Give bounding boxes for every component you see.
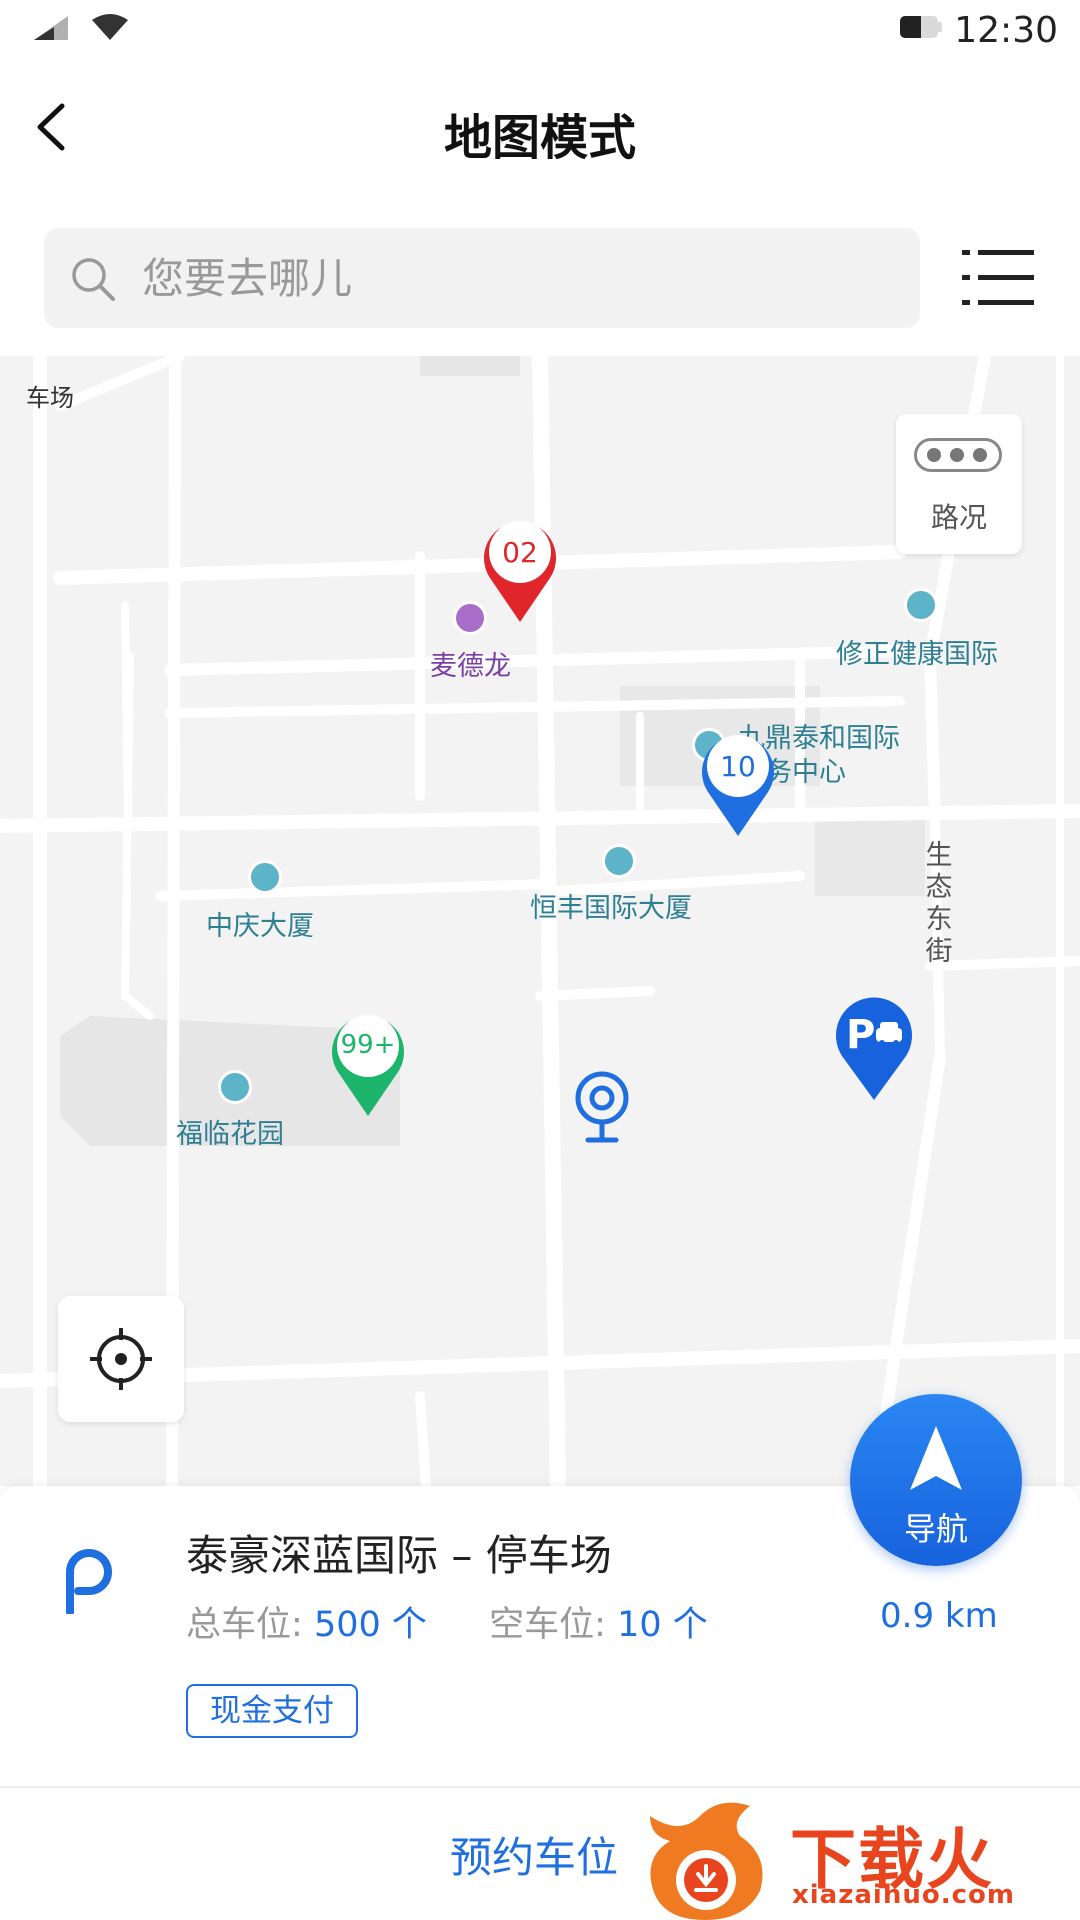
navigate-label: 导航 [903,1510,968,1548]
map-view[interactable]: 车场 麦德龙 修正健康国际 九鼎泰和国际 商务中心 中庆大厦 恒丰国际大厦 福临… [0,356,1080,1486]
poi-label-zhongqing: 中庆大厦 [206,911,314,942]
poi-label-hengfeng: 恒丰国际大厦 [530,893,692,924]
parking-stats: 总车位: 500 个 空车位: 10 个 [186,1596,708,1647]
list-view-button[interactable] [962,246,1034,310]
parking-car-icon: P [836,997,912,1100]
status-bar: 12:30 [0,0,1080,62]
free-spaces-value: 10 个 [617,1605,708,1645]
building-icon [904,588,938,622]
poi-label-parking: 车场 [26,384,74,412]
battery-icon [900,16,938,38]
search-icon [72,258,115,301]
wifi-icon [92,14,128,40]
residence-icon [218,1070,252,1104]
pin-label: 02 [502,536,538,569]
building-icon [602,844,636,878]
page-title: 地图模式 [443,110,636,166]
bottom-bar: 预约车位 下载火 xiazaihuo.com [0,1786,1080,1920]
locate-icon [90,1328,152,1390]
map-pin-02[interactable]: 02 [480,516,560,626]
navigate-button[interactable]: 导航 [850,1394,1022,1566]
cellular-signal-icon [34,16,68,40]
svg-text:P: P [846,1012,875,1058]
poi-label-xiuzheng: 修正健康国际 [836,639,998,670]
list-icon [962,250,1034,305]
map-pin-99[interactable]: 99+ [328,1010,408,1120]
total-spaces-value: 500 个 [313,1605,427,1645]
pin-label: 99+ [340,1030,396,1060]
search-row [0,192,1080,356]
traffic-label: 路况 [930,501,987,534]
free-spaces-label: 空车位: [489,1605,606,1645]
parking-lot-name: 泰豪深蓝国际 – 停车场 [186,1531,612,1580]
payment-tag: 现金支付 [186,1684,358,1738]
watermark-logo: 下载火 xiazaihuo.com [640,1788,1080,1920]
status-time: 12:30 [954,10,1058,51]
map-pin-10[interactable]: 10 [698,730,778,840]
pin-label: 10 [720,750,756,783]
watermark-url: xiazaihuo.com [792,1880,1015,1910]
search-input[interactable] [142,228,882,328]
distance: 0.9 km [880,1596,998,1636]
building-icon [248,860,282,894]
traffic-button[interactable]: 路况 [896,414,1022,554]
poi-label-fulin: 福临花园 [176,1119,284,1150]
current-location-icon [575,1071,629,1143]
traffic-icon [914,438,1002,472]
poi-label-metro: 麦德龙 [430,651,511,682]
title-bar: 地图模式 [0,62,1080,192]
reserve-spot-button[interactable]: 预约车位 [450,1824,618,1885]
parking-marker[interactable]: P [832,992,916,1104]
search-box[interactable] [44,228,920,328]
locate-button[interactable] [58,1296,184,1422]
total-spaces-label: 总车位: [186,1605,303,1645]
navigation-arrow-icon [910,1426,962,1490]
street-label: 生态东街 [925,840,953,967]
parking-p-icon [66,1549,112,1614]
flame-logo-icon [650,1802,763,1920]
